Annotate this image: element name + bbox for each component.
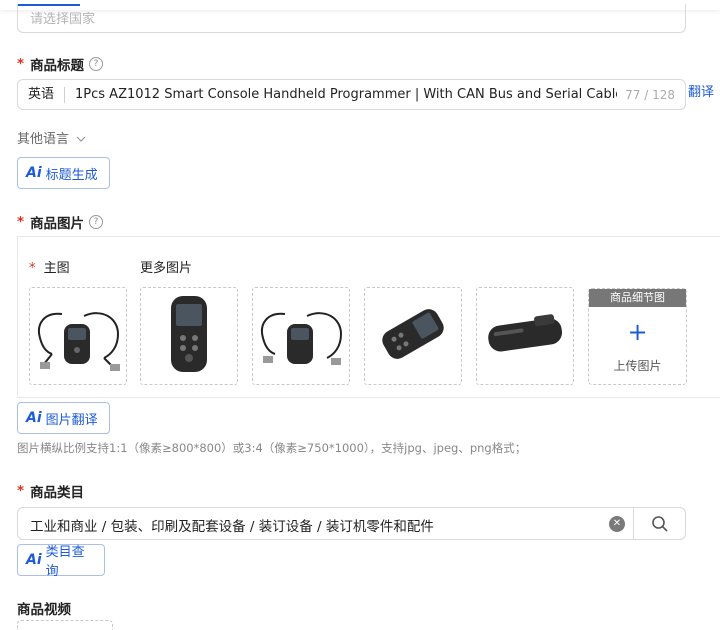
more-images-label: 更多图片 <box>140 261 193 276</box>
upload-detail-image[interactable]: 商品细节图 + 上传图片 <box>588 288 687 385</box>
title-label: 商品标题 <box>30 58 85 74</box>
image-thumb[interactable] <box>140 287 238 385</box>
required-mark: * <box>29 261 36 276</box>
title-value[interactable]: 1Pcs AZ1012 Smart Console Handheld Progr… <box>75 87 617 102</box>
ai-icon: Ai <box>26 410 42 426</box>
other-languages-label: 其他语言 <box>17 132 70 147</box>
handheld-programmer-side-icon <box>480 304 570 368</box>
plus-icon: + <box>627 318 648 346</box>
ai-image-translate-label: 图片翻译 <box>45 412 98 428</box>
handheld-programmer-angled-icon <box>368 299 458 373</box>
image-thumb[interactable] <box>476 287 574 385</box>
cable-programmer-icon <box>255 294 347 378</box>
required-mark: * <box>17 56 25 72</box>
image-thumb[interactable] <box>364 287 462 385</box>
category-label-row: * 商品类目 <box>17 481 84 501</box>
ai-image-translate-button[interactable]: Ai 图片翻译 <box>17 402 110 434</box>
required-mark: * <box>17 483 25 499</box>
image-thumb[interactable] <box>252 287 350 385</box>
upload-label: 上传图片 <box>613 359 662 373</box>
help-icon[interactable]: ? <box>89 57 104 71</box>
char-count: 77 / 128 <box>625 87 675 102</box>
images-label-row: * 商品图片 ? <box>17 212 104 232</box>
ai-category-query-button[interactable]: Ai 类目查询 <box>17 544 105 579</box>
image-thumb-main[interactable] <box>29 287 127 385</box>
ai-title-generate-button[interactable]: Ai 标题生成 <box>17 157 110 189</box>
ai-category-label: 类目查询 <box>45 545 85 579</box>
translate-link[interactable]: 翻译 <box>688 81 714 100</box>
country-select[interactable]: 请选择国家 <box>17 4 686 33</box>
category-input[interactable]: 工业和商业 / 包装、印刷及配套设备 / 装订设备 / 装订机零件和配件 ✕ <box>17 507 686 540</box>
main-image-label-row: * 主图 <box>29 257 70 276</box>
required-mark: * <box>17 214 25 230</box>
country-placeholder: 请选择国家 <box>30 12 96 27</box>
images-label: 商品图片 <box>30 216 85 232</box>
ai-title-label: 标题生成 <box>45 167 98 183</box>
video-upload[interactable] <box>17 620 113 630</box>
clear-icon[interactable]: ✕ <box>609 516 625 532</box>
handheld-programmer-icon <box>159 292 219 380</box>
language-tag: 英语 <box>28 86 66 103</box>
category-label: 商品类目 <box>30 485 85 501</box>
chevron-down-icon <box>76 132 86 147</box>
cable-programmer-icon <box>32 294 124 378</box>
category-path: 工业和商业 / 包装、印刷及配套设备 / 装订设备 / 装订机零件和配件 <box>30 519 434 535</box>
category-search-button[interactable] <box>633 508 687 539</box>
help-icon[interactable]: ? <box>89 215 104 229</box>
ai-icon: Ai <box>26 165 42 181</box>
search-icon <box>651 515 669 537</box>
title-label-row: * 商品标题 ? <box>17 54 104 74</box>
upload-header: 商品细节图 <box>589 289 686 307</box>
other-languages-toggle[interactable]: 其他语言 <box>17 128 86 147</box>
title-input[interactable]: 英语 1Pcs AZ1012 Smart Console Handheld Pr… <box>17 79 686 110</box>
main-image-label: 主图 <box>43 261 70 276</box>
image-format-hint: 图片横纵比例支持1:1（像素≥800*800）或3:4（像素≥750*1000）… <box>17 441 527 455</box>
video-label: 商品视频 <box>17 602 71 618</box>
ai-icon: Ai <box>26 552 42 568</box>
